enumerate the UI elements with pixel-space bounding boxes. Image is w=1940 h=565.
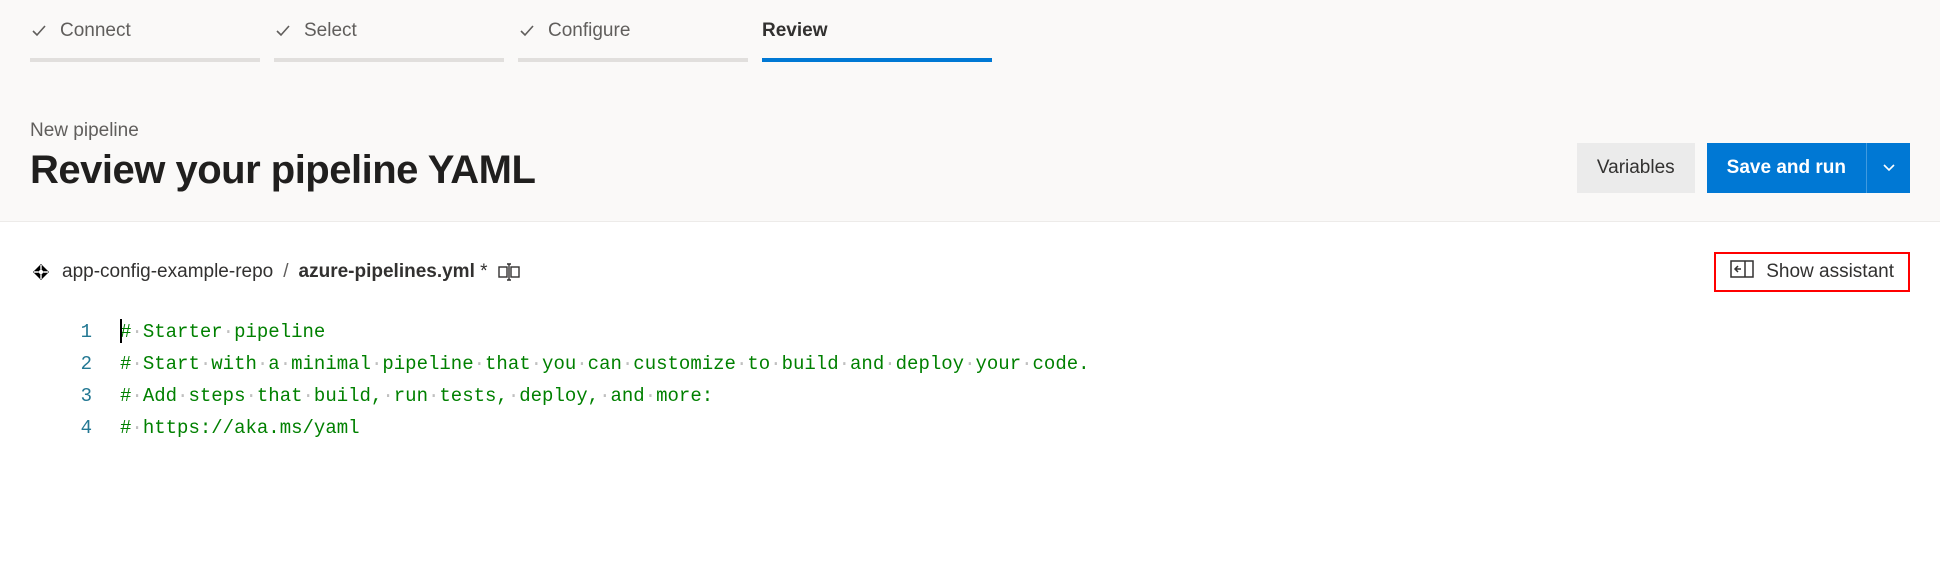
line-number: 2 bbox=[30, 348, 120, 380]
editor-region: app-config-example-repo / azure-pipeline… bbox=[0, 222, 1940, 444]
code-content[interactable]: #·Start·with·a·minimal·pipeline·that·you… bbox=[120, 348, 1090, 380]
code-content[interactable]: #·https://aka.ms/yaml bbox=[120, 412, 360, 444]
step-underline bbox=[274, 58, 504, 62]
checkmark-icon bbox=[518, 22, 536, 40]
step-label: Connect bbox=[60, 20, 131, 42]
step-label: Review bbox=[762, 20, 827, 42]
variables-button[interactable]: Variables bbox=[1577, 143, 1695, 193]
line-number: 3 bbox=[30, 380, 120, 412]
save-and-run-split: Save and run bbox=[1707, 143, 1910, 193]
show-assistant-button[interactable]: Show assistant bbox=[1714, 252, 1910, 292]
save-and-run-button[interactable]: Save and run bbox=[1707, 143, 1866, 193]
code-line: 2 #·Start·with·a·minimal·pipeline·that·y… bbox=[30, 348, 1910, 380]
page-title: Review your pipeline YAML bbox=[30, 148, 535, 193]
step-underline bbox=[762, 58, 992, 62]
breadcrumb-separator: / bbox=[283, 261, 288, 283]
step-select[interactable]: Select bbox=[274, 20, 504, 62]
header-region: Connect Select Configure bbox=[0, 0, 1940, 222]
show-assistant-label: Show assistant bbox=[1766, 261, 1894, 283]
step-connect[interactable]: Connect bbox=[30, 20, 260, 62]
breadcrumb-filename: azure-pipelines.yml * bbox=[299, 261, 488, 283]
rename-icon[interactable] bbox=[498, 261, 520, 283]
line-number: 4 bbox=[30, 412, 120, 444]
breadcrumb: app-config-example-repo / azure-pipeline… bbox=[30, 261, 520, 283]
checkmark-icon bbox=[274, 22, 292, 40]
dirty-indicator: * bbox=[480, 261, 487, 282]
text-cursor bbox=[120, 319, 122, 343]
breadcrumb-repo[interactable]: app-config-example-repo bbox=[62, 261, 273, 283]
step-configure[interactable]: Configure bbox=[518, 20, 748, 62]
breadcrumb-row: app-config-example-repo / azure-pipeline… bbox=[30, 252, 1910, 292]
checkmark-icon bbox=[30, 22, 48, 40]
yaml-editor[interactable]: 1 #·Starter·pipeline 2 #·Start·with·a·mi… bbox=[30, 316, 1910, 444]
save-and-run-dropdown[interactable] bbox=[1866, 143, 1910, 193]
step-label: Select bbox=[304, 20, 357, 42]
code-line: 4 #·https://aka.ms/yaml bbox=[30, 412, 1910, 444]
code-line: 1 #·Starter·pipeline bbox=[30, 316, 1910, 348]
step-review[interactable]: Review bbox=[762, 20, 992, 62]
title-block: New pipeline Review your pipeline YAML V… bbox=[30, 120, 1910, 193]
repo-icon bbox=[30, 261, 52, 283]
code-content[interactable]: #·Add·steps·that·build,·run·tests,·deplo… bbox=[120, 380, 713, 412]
code-content[interactable]: #·Starter·pipeline bbox=[120, 316, 325, 348]
title-actions: Variables Save and run bbox=[1577, 143, 1910, 193]
page-subtitle: New pipeline bbox=[30, 120, 535, 142]
panel-right-icon bbox=[1730, 260, 1754, 284]
line-number: 1 bbox=[30, 316, 120, 348]
step-underline bbox=[30, 58, 260, 62]
chevron-down-icon bbox=[1881, 159, 1897, 178]
step-underline bbox=[518, 58, 748, 62]
pipeline-stepper: Connect Select Configure bbox=[30, 0, 1910, 62]
code-line: 3 #·Add·steps·that·build,·run·tests,·dep… bbox=[30, 380, 1910, 412]
step-label: Configure bbox=[548, 20, 630, 42]
